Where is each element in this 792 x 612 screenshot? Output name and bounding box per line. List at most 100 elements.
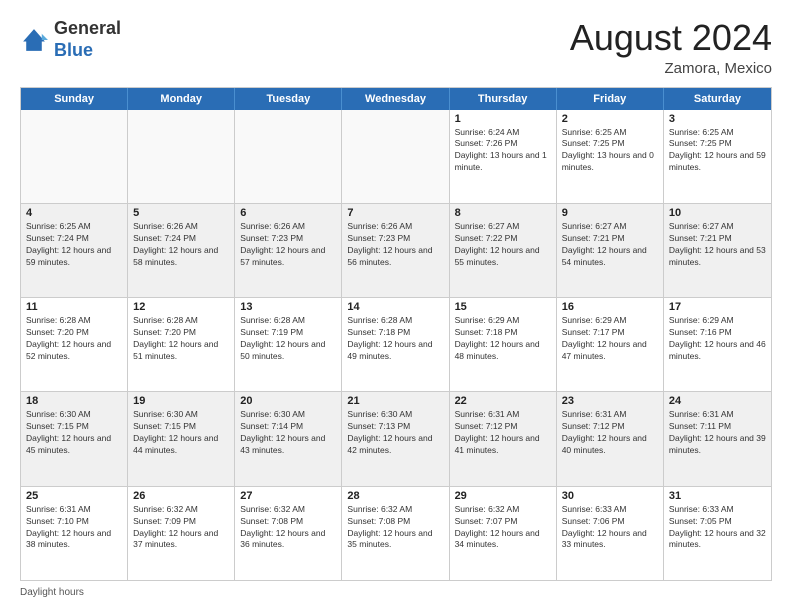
calendar-row-5: 25Sunrise: 6:31 AM Sunset: 7:10 PM Dayli… [21,487,771,580]
calendar-cell-1: 1 Sunrise: 6:24 AM Sunset: 7:26 PM Daylig… [450,110,557,203]
logo-blue: Blue [54,40,93,60]
day-number: 30 [562,490,658,502]
day-number: 2 [562,113,658,125]
day-info: Sunrise: 6:32 AM Sunset: 7:07 PM Dayligh… [455,504,551,552]
day-info: Sunrise: 6:30 AM Sunset: 7:13 PM Dayligh… [347,409,443,457]
calendar-cell-16: 16 Sunrise: 6:29 AM Sunset: 7:17 PM Dayli… [557,298,664,391]
day-info: Sunrise: 6:31 AM Sunset: 7:12 PM Dayligh… [455,409,551,457]
calendar-cell-22: 22 Sunrise: 6:31 AM Sunset: 7:12 PM Dayli… [450,392,557,485]
day-number: 1 [455,113,551,125]
day-number: 22 [455,395,551,407]
calendar-cell-15: 15Sunrise: 6:29 AM Sunset: 7:18 PM Dayli… [450,298,557,391]
calendar-row-1: 1 Sunrise: 6:24 AM Sunset: 7:26 PM Daylig… [21,110,771,204]
day-number: 16 [562,301,658,313]
logo-icon [20,26,48,54]
day-info: Sunrise: 6:29 AM Sunset: 7:16 PM Dayligh… [669,315,766,363]
calendar-cell-empty-1 [128,110,235,203]
calendar-cell-6: 6 Sunrise: 6:26 AM Sunset: 7:23 PM Daylig… [235,204,342,297]
calendar-cell-26: 26 Sunrise: 6:32 AM Sunset: 7:09 PM Dayli… [128,487,235,580]
day-info: Sunrise: 6:24 AM Sunset: 7:26 PM Dayligh… [455,127,551,175]
calendar-cell-28: 28Sunrise: 6:32 AM Sunset: 7:08 PM Dayli… [342,487,449,580]
weekday-header-friday: Friday [557,88,664,110]
calendar-cell-14: 14 Sunrise: 6:28 AM Sunset: 7:18 PM Dayli… [342,298,449,391]
day-info: Sunrise: 6:33 AM Sunset: 7:05 PM Dayligh… [669,504,766,552]
weekday-header-wednesday: Wednesday [342,88,449,110]
weekday-header-sunday: Sunday [21,88,128,110]
calendar-cell-8: 8 Sunrise: 6:27 AM Sunset: 7:22 PM Daylig… [450,204,557,297]
day-info: Sunrise: 6:27 AM Sunset: 7:22 PM Dayligh… [455,221,551,269]
daylight-label: Daylight hours [20,587,84,598]
day-number: 26 [133,490,229,502]
day-info: Sunrise: 6:30 AM Sunset: 7:14 PM Dayligh… [240,409,336,457]
calendar-cell-20: 20Sunrise: 6:30 AM Sunset: 7:14 PM Dayli… [235,392,342,485]
location-title: Zamora, Mexico [570,60,772,77]
weekday-header-thursday: Thursday [450,88,557,110]
header: General Blue August 2024 Zamora, Mexico [20,18,772,77]
day-info: Sunrise: 6:28 AM Sunset: 7:20 PM Dayligh… [26,315,122,363]
day-number: 15 [455,301,551,313]
calendar-cell-empty-2 [235,110,342,203]
day-number: 24 [669,395,766,407]
calendar-cell-17: 17 Sunrise: 6:29 AM Sunset: 7:16 PM Dayli… [664,298,771,391]
calendar-cell-19: 19Sunrise: 6:30 AM Sunset: 7:15 PM Dayli… [128,392,235,485]
calendar-row-3: 11 Sunrise: 6:28 AM Sunset: 7:20 PM Dayli… [21,298,771,392]
calendar-header: SundayMondayTuesdayWednesdayThursdayFrid… [21,88,771,110]
day-info: Sunrise: 6:31 AM Sunset: 7:12 PM Dayligh… [562,409,658,457]
day-number: 6 [240,207,336,219]
footer-note: Daylight hours [20,587,772,598]
day-number: 23 [562,395,658,407]
day-info: Sunrise: 6:25 AM Sunset: 7:25 PM Dayligh… [562,127,658,175]
day-info: Sunrise: 6:25 AM Sunset: 7:24 PM Dayligh… [26,221,122,269]
day-number: 13 [240,301,336,313]
day-info: Sunrise: 6:32 AM Sunset: 7:09 PM Dayligh… [133,504,229,552]
day-info: Sunrise: 6:27 AM Sunset: 7:21 PM Dayligh… [669,221,766,269]
day-info: Sunrise: 6:32 AM Sunset: 7:08 PM Dayligh… [240,504,336,552]
calendar-row-4: 18Sunrise: 6:30 AM Sunset: 7:15 PM Dayli… [21,392,771,486]
weekday-header-tuesday: Tuesday [235,88,342,110]
day-info: Sunrise: 6:33 AM Sunset: 7:06 PM Dayligh… [562,504,658,552]
calendar-row-2: 4 Sunrise: 6:25 AM Sunset: 7:24 PM Daylig… [21,204,771,298]
day-info: Sunrise: 6:27 AM Sunset: 7:21 PM Dayligh… [562,221,658,269]
day-number: 17 [669,301,766,313]
title-block: August 2024 Zamora, Mexico [570,18,772,77]
day-number: 11 [26,301,122,313]
day-number: 9 [562,207,658,219]
calendar-cell-12: 12Sunrise: 6:28 AM Sunset: 7:20 PM Dayli… [128,298,235,391]
logo: General Blue [20,18,121,61]
calendar-cell-23: 23 Sunrise: 6:31 AM Sunset: 7:12 PM Dayli… [557,392,664,485]
calendar-body: 1 Sunrise: 6:24 AM Sunset: 7:26 PM Daylig… [21,110,771,580]
calendar-cell-5: 5Sunrise: 6:26 AM Sunset: 7:24 PM Daylig… [128,204,235,297]
day-number: 3 [669,113,766,125]
day-info: Sunrise: 6:26 AM Sunset: 7:23 PM Dayligh… [240,221,336,269]
day-number: 14 [347,301,443,313]
day-number: 21 [347,395,443,407]
calendar-cell-9: 9 Sunrise: 6:27 AM Sunset: 7:21 PM Daylig… [557,204,664,297]
calendar-cell-13: 13Sunrise: 6:28 AM Sunset: 7:19 PM Dayli… [235,298,342,391]
day-info: Sunrise: 6:26 AM Sunset: 7:24 PM Dayligh… [133,221,229,269]
day-info: Sunrise: 6:28 AM Sunset: 7:18 PM Dayligh… [347,315,443,363]
day-info: Sunrise: 6:31 AM Sunset: 7:11 PM Dayligh… [669,409,766,457]
calendar-cell-24: 24 Sunrise: 6:31 AM Sunset: 7:11 PM Dayli… [664,392,771,485]
day-info: Sunrise: 6:32 AM Sunset: 7:08 PM Dayligh… [347,504,443,552]
calendar-cell-2: 2 Sunrise: 6:25 AM Sunset: 7:25 PM Daylig… [557,110,664,203]
calendar-cell-4: 4 Sunrise: 6:25 AM Sunset: 7:24 PM Daylig… [21,204,128,297]
month-title: August 2024 [570,18,772,58]
calendar-cell-30: 30 Sunrise: 6:33 AM Sunset: 7:06 PM Dayli… [557,487,664,580]
logo-general: General [54,18,121,38]
calendar-cell-25: 25Sunrise: 6:31 AM Sunset: 7:10 PM Dayli… [21,487,128,580]
day-info: Sunrise: 6:25 AM Sunset: 7:25 PM Dayligh… [669,127,766,175]
day-info: Sunrise: 6:29 AM Sunset: 7:17 PM Dayligh… [562,315,658,363]
calendar-cell-empty-3 [342,110,449,203]
day-number: 29 [455,490,551,502]
day-number: 18 [26,395,122,407]
calendar-cell-11: 11 Sunrise: 6:28 AM Sunset: 7:20 PM Dayli… [21,298,128,391]
logo-text: General Blue [54,18,121,61]
day-number: 25 [26,490,122,502]
day-number: 12 [133,301,229,313]
day-number: 8 [455,207,551,219]
weekday-header-monday: Monday [128,88,235,110]
calendar-cell-21: 21 Sunrise: 6:30 AM Sunset: 7:13 PM Dayli… [342,392,449,485]
weekday-header-saturday: Saturday [664,88,771,110]
day-number: 4 [26,207,122,219]
day-number: 7 [347,207,443,219]
